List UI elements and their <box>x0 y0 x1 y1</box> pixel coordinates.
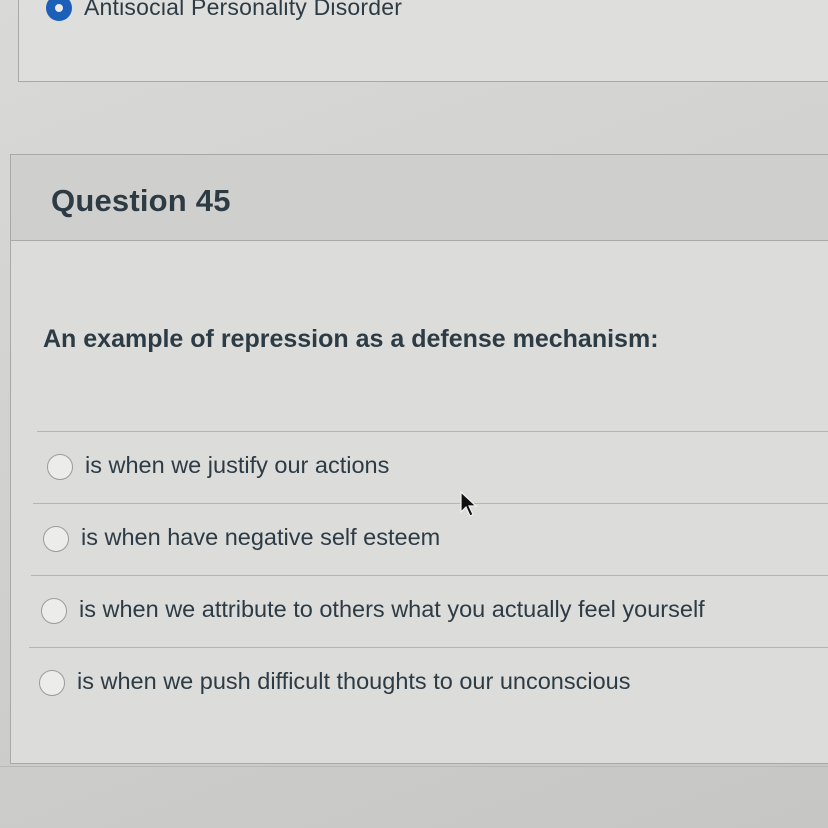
radio-button-icon[interactable] <box>41 598 67 624</box>
answer-label[interactable]: is when we justify our actions <box>85 452 389 479</box>
answer-label[interactable]: is when we attribute to others what you … <box>79 596 705 623</box>
radio-button-icon[interactable] <box>43 526 69 552</box>
answer-label[interactable]: is when have negative self esteem <box>81 524 440 551</box>
answer-option-1[interactable]: is when we justify our actions <box>37 431 828 503</box>
previous-answer-label: Antisocial Personality Disorder <box>84 0 403 20</box>
question-title: Question 45 <box>51 183 231 218</box>
divider <box>0 766 828 767</box>
answer-option-3[interactable]: is when we attribute to others what you … <box>31 575 828 647</box>
question-header: Question 45 <box>11 155 828 241</box>
answer-option-4[interactable]: is when we push difficult thoughts to ou… <box>29 647 828 719</box>
answer-label[interactable]: is when we push difficult thoughts to ou… <box>77 668 630 695</box>
mouse-cursor-icon <box>460 490 478 517</box>
question-text: An example of repression as a defense me… <box>43 325 659 353</box>
radio-button-icon[interactable] <box>39 670 65 696</box>
radio-selected-icon[interactable] <box>46 0 72 21</box>
question-card: Question 45 An example of repression as … <box>10 154 828 764</box>
radio-button-icon[interactable] <box>47 454 73 480</box>
previous-selected-answer[interactable]: Antisocial Personality Disorder <box>46 0 402 21</box>
answer-option-2[interactable]: is when have negative self esteem <box>33 503 828 575</box>
